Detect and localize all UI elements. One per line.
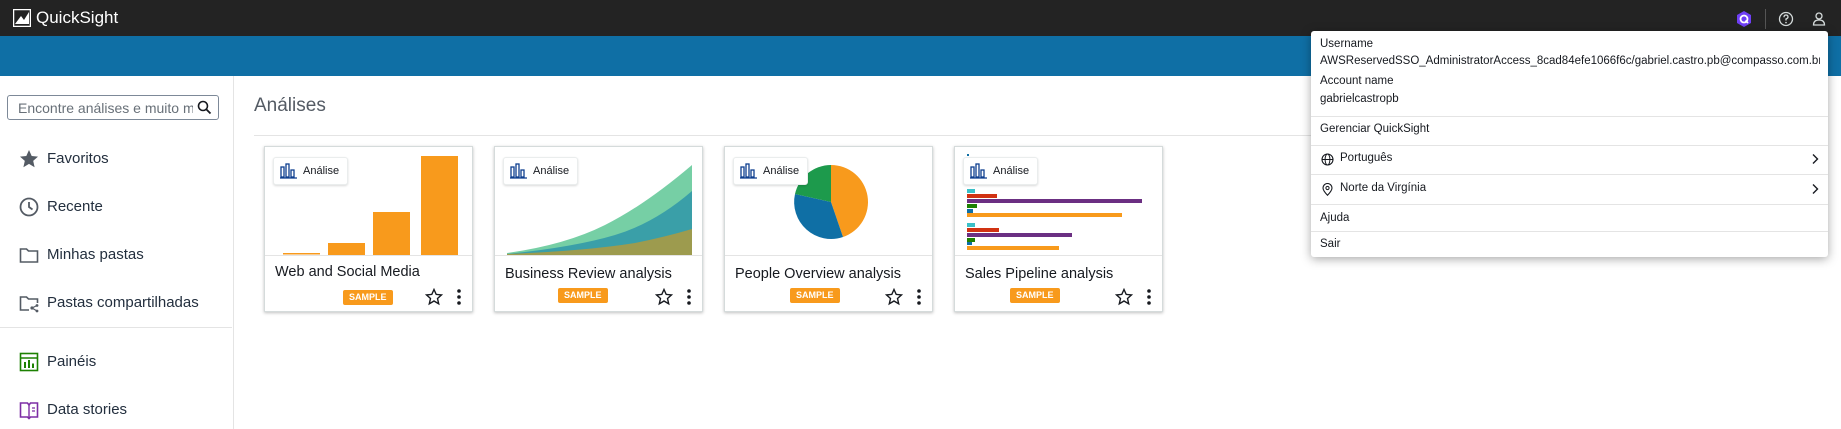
username-label: Username (1320, 38, 1374, 50)
language-item[interactable]: Português (1340, 152, 1392, 164)
analysis-chart-icon (970, 163, 987, 179)
menu-divider (1311, 174, 1828, 175)
globe-icon (1321, 153, 1334, 166)
sidebar-divider (0, 327, 232, 328)
help-item[interactable]: Ajuda (1320, 212, 1349, 224)
sidebar-item-data-stories[interactable]: Data stories (0, 392, 232, 428)
user-icon[interactable] (1810, 10, 1828, 28)
sidebar-item-label: Pastas compartilhadas (47, 294, 199, 311)
sidebar-item-label: Data stories (47, 401, 128, 418)
card-divider (265, 255, 472, 256)
search-input[interactable] (18, 98, 193, 117)
sample-tag: SAMPLE (1010, 288, 1060, 303)
analysis-card-people-overview[interactable]: Análise People Overview analysis SAMPLE (724, 146, 933, 312)
analysis-badge: Análise (963, 157, 1039, 185)
card-title[interactable]: People Overview analysis (735, 266, 901, 282)
sidebar-item-label: Recente (47, 198, 103, 215)
more-options-icon[interactable] (1146, 288, 1152, 306)
favorite-star-icon[interactable] (1115, 288, 1133, 306)
folder-icon (19, 248, 39, 263)
sample-tag: SAMPLE (343, 290, 393, 305)
analysis-badge: Análise (503, 157, 579, 185)
card-divider (955, 255, 1162, 256)
app-title[interactable]: QuickSight (36, 8, 118, 28)
help-icon[interactable] (1777, 10, 1795, 28)
more-options-icon[interactable] (456, 288, 462, 306)
logout-item[interactable]: Sair (1320, 238, 1340, 250)
sidebar: Favoritos Recente Minhas pastas Pastas c… (0, 76, 234, 429)
sidebar-item-label: Minhas pastas (47, 246, 144, 263)
sidebar-item-label: Favoritos (47, 150, 109, 167)
region-item[interactable]: Norte da Virgínia (1340, 182, 1426, 194)
menu-divider (1311, 145, 1828, 146)
sidebar-item-pastas-compartilhadas[interactable]: Pastas compartilhadas (0, 285, 232, 321)
search-box[interactable] (7, 95, 219, 120)
card-title[interactable]: Sales Pipeline analysis (965, 266, 1113, 282)
book-icon (19, 402, 39, 420)
analysis-badge: Análise (733, 157, 809, 185)
quicksight-logo-icon[interactable] (13, 9, 31, 27)
sidebar-item-minhas-pastas[interactable]: Minhas pastas (0, 237, 232, 273)
analysis-chart-icon (510, 163, 527, 179)
manage-quicksight-item[interactable]: Gerenciar QuickSight (1320, 123, 1429, 135)
menu-divider (1311, 116, 1828, 117)
chevron-right-icon[interactable] (1810, 153, 1820, 165)
favorite-star-icon[interactable] (655, 288, 673, 306)
star-icon (20, 150, 38, 168)
user-menu-dropdown: Username AWSReservedSSO_AdministratorAcc… (1311, 31, 1828, 257)
menu-divider (1311, 231, 1828, 232)
favorite-star-icon[interactable] (885, 288, 903, 306)
sample-tag: SAMPLE (558, 288, 608, 303)
analysis-chart-icon (280, 163, 297, 179)
search-icon[interactable] (197, 100, 212, 115)
analysis-card-web-social[interactable]: Análise Web and Social Media SAMPLE (264, 146, 473, 312)
amazon-q-icon[interactable] (1735, 10, 1753, 28)
sample-tag: SAMPLE (790, 288, 840, 303)
card-divider (725, 255, 932, 256)
chevron-right-icon[interactable] (1810, 183, 1820, 195)
sidebar-item-paineis[interactable]: Painéis (0, 344, 232, 380)
menu-divider (1311, 204, 1828, 205)
topbar-divider (1765, 9, 1766, 29)
username-value: AWSReservedSSO_AdministratorAccess_8cad8… (1320, 55, 1820, 67)
sidebar-item-recente[interactable]: Recente (0, 189, 232, 225)
card-title[interactable]: Business Review analysis (505, 266, 672, 282)
analysis-card-sales-pipeline[interactable]: Análise Sales Pipeline analysis SAMPLE (954, 146, 1163, 312)
card-divider (495, 255, 702, 256)
more-options-icon[interactable] (916, 288, 922, 306)
analysis-card-business-review[interactable]: Análise Business Review analysis SAMPLE (494, 146, 703, 312)
heading-divider (254, 135, 1314, 136)
more-options-icon[interactable] (686, 288, 692, 306)
favorite-star-icon[interactable] (425, 288, 443, 306)
dashboard-icon (19, 352, 39, 372)
account-name-label: Account name (1320, 75, 1394, 87)
clock-icon (19, 197, 39, 217)
page-title: Análises (254, 95, 326, 116)
sidebar-item-label: Painéis (47, 353, 97, 370)
account-name-value: gabrielcastropb (1320, 93, 1399, 105)
analysis-badge: Análise (273, 157, 349, 185)
analysis-chart-icon (740, 163, 757, 179)
location-pin-icon (1322, 183, 1333, 196)
shared-folder-icon (19, 296, 39, 313)
sidebar-item-favoritos[interactable]: Favoritos (0, 141, 232, 177)
card-title[interactable]: Web and Social Media (275, 264, 420, 280)
